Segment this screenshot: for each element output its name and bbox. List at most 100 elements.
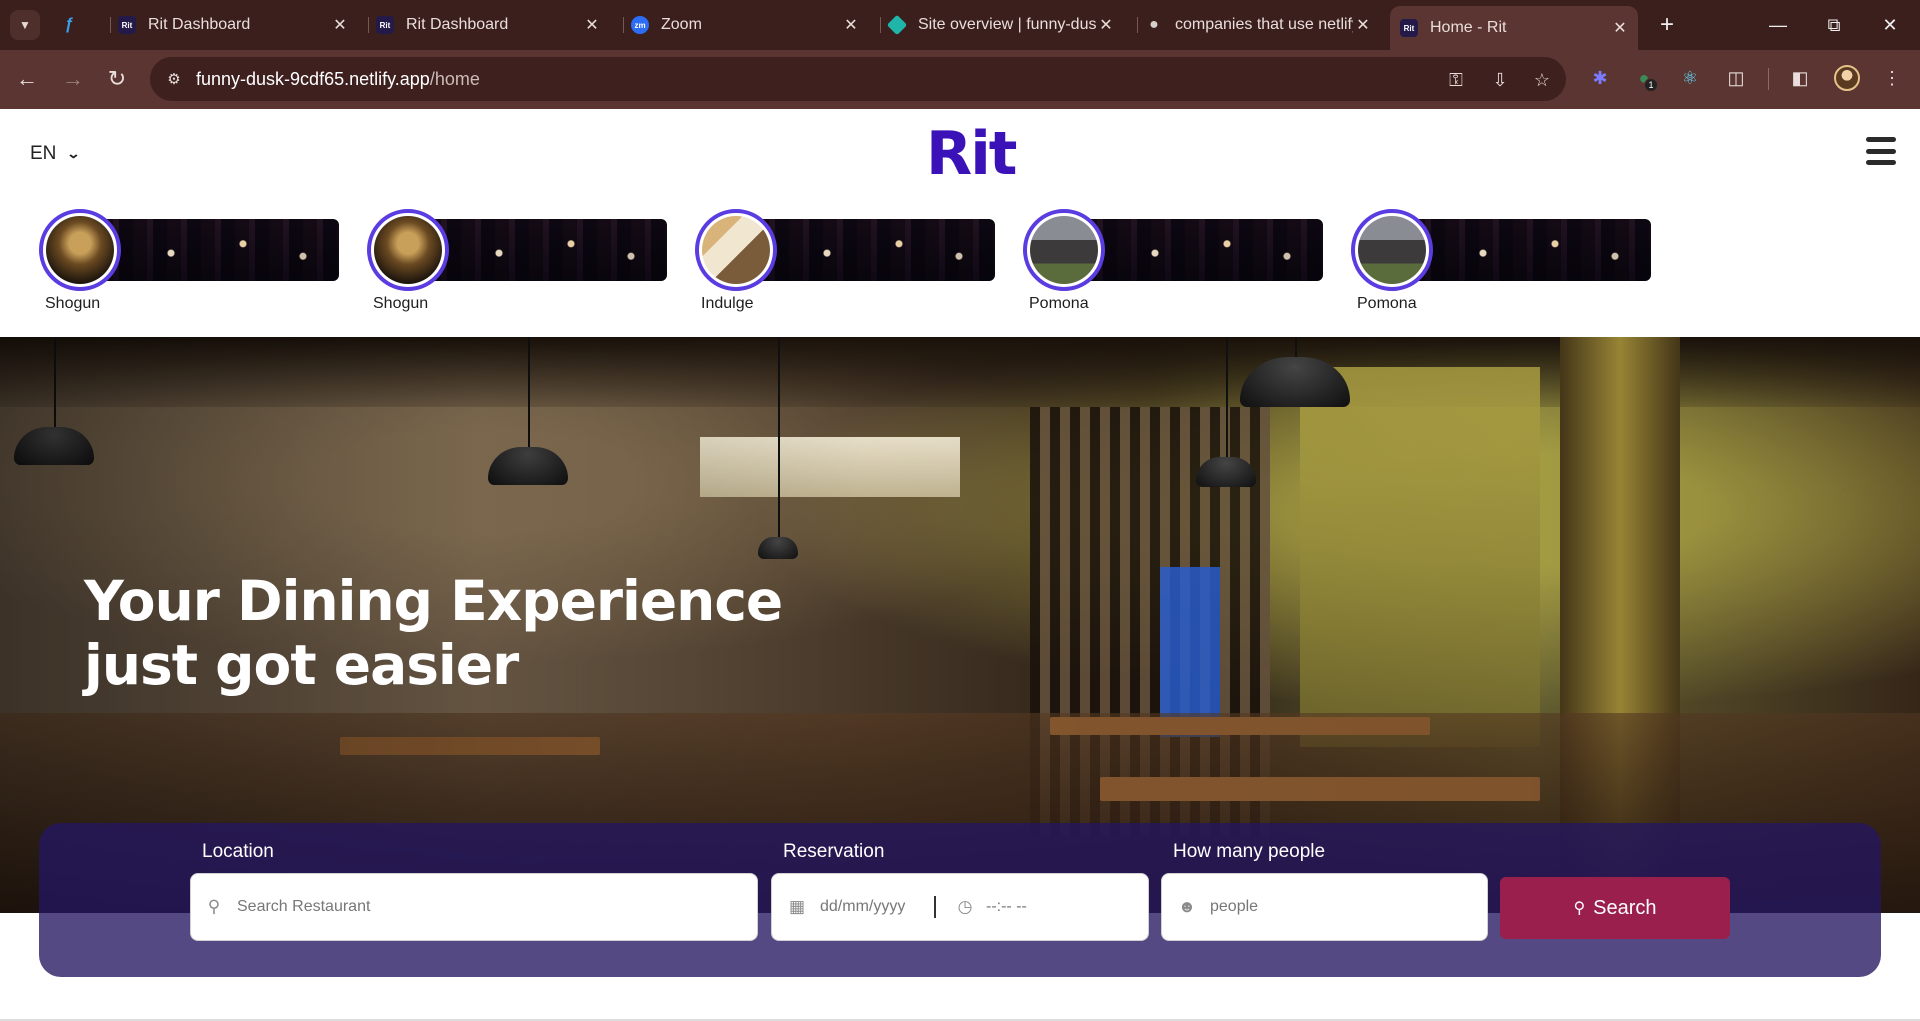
hero-headline: Your Dining Experience just got easier: [84, 569, 783, 697]
tab-title: Home - Rit: [1430, 19, 1507, 36]
calendar-icon: ▦: [788, 897, 806, 916]
story-avatar[interactable]: [39, 209, 121, 291]
globe-favicon-icon: ●: [1149, 16, 1159, 33]
search-button-label: Search: [1593, 896, 1657, 919]
story-name: Indulge: [701, 295, 754, 312]
browser-toolbar: ← → ↻ ⚙ funny-dusk-9cdf65.netlify.app/ho…: [0, 50, 1920, 109]
tab-companies-netlify[interactable]: ● companies that use netlify ✕: [1137, 8, 1373, 42]
people-label: How many people: [1173, 841, 1326, 862]
story-avatar[interactable]: [1023, 209, 1105, 291]
story-name: Shogun: [45, 295, 101, 312]
search-panel: Location ⚲ Search Restaurant Reservation…: [39, 823, 1881, 977]
story-name: Shogun: [373, 295, 429, 312]
restaurant-thumbnail: [46, 216, 114, 284]
address-bar[interactable]: ⚙ funny-dusk-9cdf65.netlify.app/home ⚿ ⇩…: [150, 57, 1566, 101]
url-host: funny-dusk-9cdf65.netlify.app: [196, 69, 430, 89]
close-tab-icon[interactable]: ✕: [1096, 15, 1116, 35]
location-pin-icon: ⚲: [207, 897, 221, 916]
story-banner-image: [99, 219, 339, 281]
browser-menu-icon[interactable]: ⋮: [1878, 64, 1906, 92]
site-info-icon[interactable]: ⚙: [164, 69, 184, 89]
tab-site-overview[interactable]: Site overview | funny-dusk ✕: [880, 8, 1116, 42]
story-item[interactable]: Pomona: [1351, 209, 1651, 312]
story-avatar[interactable]: [695, 209, 777, 291]
date-input[interactable]: dd/mm/yyyy: [820, 898, 930, 916]
close-tab-icon[interactable]: ✕: [330, 15, 350, 35]
language-label: EN: [30, 143, 57, 164]
tab-search-chevron-icon[interactable]: ▼: [10, 10, 40, 40]
rit-favicon-icon: Rit: [118, 16, 136, 34]
url-text: funny-dusk-9cdf65.netlify.app/home: [196, 69, 480, 90]
extensions-puzzle-icon[interactable]: ◫: [1722, 64, 1750, 92]
location-label: Location: [202, 841, 274, 862]
browser-tab-bar: ▼ ƒ Rit Rit Dashboard ✕ Rit Rit Dashboar…: [0, 0, 1920, 50]
location-placeholder: Search Restaurant: [237, 898, 371, 915]
restaurant-thumbnail: [1030, 216, 1098, 284]
story-item[interactable]: Pomona: [1023, 209, 1323, 312]
reload-icon[interactable]: ↻: [102, 64, 132, 94]
install-app-icon[interactable]: ⇩: [1488, 68, 1512, 92]
side-panel-icon[interactable]: ◧: [1786, 64, 1814, 92]
close-tab-icon[interactable]: ✕: [1353, 15, 1373, 35]
extension-puzzle-star-icon[interactable]: ✱: [1586, 64, 1614, 92]
site-logo[interactable]: Rit: [926, 119, 1017, 189]
location-search-input[interactable]: ⚲ Search Restaurant: [190, 873, 758, 941]
close-tab-icon[interactable]: ✕: [841, 15, 861, 35]
restaurant-thumbnail: [702, 216, 770, 284]
forward-arrow-icon[interactable]: →: [58, 64, 88, 94]
story-banner-image: [1411, 219, 1651, 281]
new-tab-plus-icon[interactable]: +: [1652, 10, 1682, 40]
clock-icon: ◷: [957, 897, 973, 916]
tab-title: Rit Dashboard: [406, 16, 509, 33]
tab-rit-dashboard-2[interactable]: Rit Rit Dashboard ✕: [368, 8, 602, 42]
search-button[interactable]: ⚲ Search: [1500, 877, 1730, 939]
close-tab-icon[interactable]: ✕: [1610, 18, 1630, 38]
tab-rit-dashboard-1[interactable]: Rit Rit Dashboard ✕: [110, 8, 350, 42]
restaurant-thumbnail: [1358, 216, 1426, 284]
person-icon: ☻: [1178, 897, 1196, 916]
story-avatar[interactable]: [367, 209, 449, 291]
story-item[interactable]: Shogun: [39, 209, 339, 312]
minimize-icon[interactable]: —: [1758, 8, 1798, 42]
restore-icon[interactable]: ⧉: [1814, 8, 1854, 42]
feather-favicon-icon: ƒ: [64, 16, 74, 33]
hamburger-menu-icon[interactable]: [1866, 137, 1896, 165]
language-selector[interactable]: EN ⌄: [30, 143, 81, 165]
search-icon: ⚲: [1573, 900, 1586, 917]
extension-badge-icon[interactable]: ● 1: [1630, 64, 1658, 92]
page-content: EN ⌄ Rit Shogun Shogun Indulge Pomona Po…: [0, 109, 1920, 1021]
rit-favicon-icon: Rit: [1400, 19, 1418, 37]
zoom-favicon-icon: zm: [631, 16, 649, 34]
password-key-icon[interactable]: ⚿: [1444, 68, 1468, 92]
story-avatar[interactable]: [1351, 209, 1433, 291]
toolbar-divider: [1768, 68, 1769, 90]
react-devtools-icon[interactable]: ⚛: [1676, 64, 1704, 92]
tab-title: Zoom: [661, 16, 702, 33]
reservation-label: Reservation: [783, 841, 885, 862]
tab-zoom[interactable]: zm Zoom ✕: [623, 8, 861, 42]
back-arrow-icon[interactable]: ←: [12, 64, 42, 94]
tab-title: Site overview | funny-dusk: [918, 16, 1096, 33]
profile-avatar[interactable]: [1834, 65, 1860, 91]
netlify-favicon-icon: [886, 14, 908, 36]
people-input[interactable]: ☻ people: [1161, 873, 1488, 941]
story-banner-image: [755, 219, 995, 281]
restaurant-thumbnail: [374, 216, 442, 284]
rit-favicon-icon: Rit: [376, 16, 394, 34]
tab-title: companies that use netlify: [1175, 16, 1353, 33]
tab-home-rit[interactable]: Rit Home - Rit ✕: [1390, 6, 1638, 50]
time-input[interactable]: --:-- --: [986, 898, 1027, 916]
tab-pinned[interactable]: ƒ: [60, 8, 100, 42]
close-tab-icon[interactable]: ✕: [582, 15, 602, 35]
tab-title: Rit Dashboard: [148, 16, 251, 33]
hero-headline-line2: just got easier: [84, 633, 519, 697]
story-name: Pomona: [1029, 295, 1089, 312]
story-banner-image: [427, 219, 667, 281]
field-divider: [934, 896, 936, 918]
story-item[interactable]: Indulge: [695, 209, 995, 312]
close-window-icon[interactable]: ✕: [1870, 8, 1910, 42]
story-item[interactable]: Shogun: [367, 209, 667, 312]
url-path: /home: [429, 69, 480, 89]
extension-badge-count: 1: [1644, 78, 1658, 92]
bookmark-star-icon[interactable]: ☆: [1530, 68, 1554, 92]
